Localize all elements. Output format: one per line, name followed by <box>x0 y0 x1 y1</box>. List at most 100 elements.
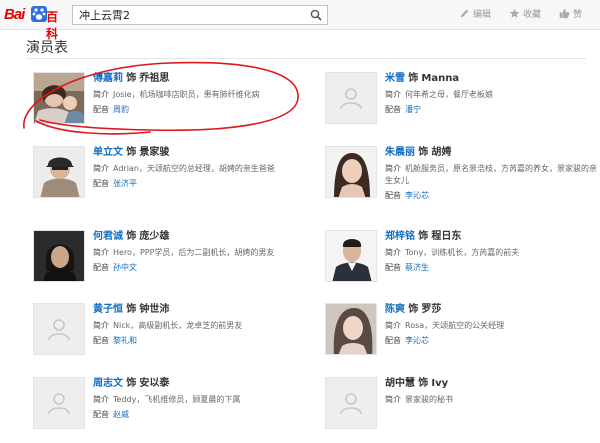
header-actions: 编辑 收藏 赞 <box>441 7 582 20</box>
actor-name-link[interactable]: 傅嘉莉 <box>93 73 123 84</box>
section-title: 演员表 <box>26 40 68 56</box>
favorite-button[interactable]: 收藏 <box>509 7 541 20</box>
thumbs-up-icon <box>559 8 570 19</box>
intro-text: Hero，PPP学员，后为二副机长，胡娉的男友 <box>113 248 275 257</box>
plays-label: 饰 <box>418 231 429 242</box>
role-name: 钟世沛 <box>139 304 170 315</box>
plays-label: 饰 <box>408 73 419 84</box>
actor-photo[interactable] <box>325 230 377 282</box>
plays-label: 饰 <box>418 147 429 158</box>
search-icon <box>310 9 322 21</box>
intro-label: 简介 <box>93 248 109 257</box>
actor-photo-placeholder[interactable] <box>325 72 377 124</box>
actor-photo-placeholder[interactable] <box>33 377 85 429</box>
plays-label: 饰 <box>126 147 137 158</box>
like-label: 赞 <box>572 10 582 20</box>
man-suit-photo <box>326 231 376 281</box>
cast-card: 黄子恒 饰 钟世沛 简介 Nick，高级副机长，龙卓芝的前男友 配音 黎礼和 <box>33 303 303 359</box>
actor-name: 胡中慧 <box>385 378 415 389</box>
cast-card: 单立文 饰 景家骏 简介 Adrian，天颂航空的总经理，胡娉的亲生爸爸 配音 张济… <box>33 146 303 202</box>
user-placeholder-icon <box>340 88 362 110</box>
like-button[interactable]: 赞 <box>559 7 582 20</box>
intro-label: 简介 <box>93 164 109 173</box>
user-placeholder-icon <box>340 393 362 415</box>
plays-label: 饰 <box>418 378 429 389</box>
woman-with-child-photo <box>34 73 84 123</box>
intro-label: 简介 <box>93 321 109 330</box>
voice-actor-link[interactable]: 张济平 <box>113 179 137 188</box>
user-placeholder-icon <box>48 319 70 341</box>
intro-label: 简介 <box>385 90 401 99</box>
intro-text: 机舱服务员，原名景浩枝，方芮嘉的养女，景家骏的亲生女儿 <box>385 164 597 185</box>
voice-actor-link[interactable]: 黎礼和 <box>113 336 137 345</box>
woman-smiling-photo <box>326 147 376 197</box>
dub-label: 配音 <box>93 105 109 114</box>
intro-text: 景家骏的秘书 <box>405 395 453 404</box>
role-name: 程日东 <box>431 231 462 242</box>
intro-label: 简介 <box>385 321 401 330</box>
woman-long-hair-photo <box>326 304 376 354</box>
voice-actor-link[interactable]: 赵威 <box>113 410 129 419</box>
role-name: Ivy <box>431 378 449 389</box>
intro-label: 简介 <box>93 395 109 404</box>
actor-photo[interactable] <box>33 72 85 124</box>
role-name: 胡娉 <box>431 147 452 158</box>
search-box <box>72 5 328 25</box>
logo-text: Bai <box>4 6 25 23</box>
actor-name-link[interactable]: 朱晨丽 <box>385 147 415 158</box>
actor-photo[interactable] <box>33 146 85 198</box>
dub-label: 配音 <box>93 336 109 345</box>
user-placeholder-icon <box>48 393 70 415</box>
intro-text: Teddy，飞机维修员，顾夏晨的下属 <box>113 395 241 404</box>
intro-text: Nick，高级副机长，龙卓芝的前男友 <box>113 321 243 330</box>
intro-text: Josie，机场咖啡店职员，患有肺纤维化病 <box>113 90 260 99</box>
role-name: 庞少雄 <box>139 231 170 242</box>
plays-label: 饰 <box>126 378 137 389</box>
intro-label: 简介 <box>385 248 401 257</box>
edit-label: 编辑 <box>472 10 491 20</box>
intro-text: 何年希之母，餐厅老板娘 <box>405 90 493 99</box>
intro-text: Adrian，天颂航空的总经理，胡娉的亲生爸爸 <box>113 164 275 173</box>
actor-name-link[interactable]: 单立文 <box>93 147 123 158</box>
actor-name-link[interactable]: 何君诚 <box>93 231 123 242</box>
actor-photo[interactable] <box>33 230 85 282</box>
dub-label: 配音 <box>93 179 109 188</box>
actor-name-link[interactable]: 郑梓铭 <box>385 231 415 242</box>
plays-label: 饰 <box>126 304 137 315</box>
actor-photo[interactable] <box>325 146 377 198</box>
intro-label: 简介 <box>385 395 401 404</box>
search-input[interactable] <box>73 6 305 24</box>
plays-label: 饰 <box>126 231 137 242</box>
search-button[interactable] <box>305 6 327 24</box>
intro-text: Rosa，天颂航空的公关经理 <box>405 321 505 330</box>
voice-actor-link[interactable]: 潘宁 <box>405 105 421 114</box>
actor-photo[interactable] <box>325 303 377 355</box>
cast-card: 米雪 饰 Manna 简介 何年希之母，餐厅老板娘 配音 潘宁 <box>325 72 595 128</box>
edit-button[interactable]: 编辑 <box>459 7 491 20</box>
actor-name-link[interactable]: 周志文 <box>93 378 123 389</box>
baidu-baike-logo[interactable]: Bai 百科 <box>4 5 66 41</box>
cast-card: 陈爽 饰 罗莎 简介 Rosa，天颂航空的公关经理 配音 李沁芯 <box>325 303 595 359</box>
actor-photo-placeholder[interactable] <box>33 303 85 355</box>
dub-label: 配音 <box>93 410 109 419</box>
voice-actor-link[interactable]: 蔡济生 <box>405 263 429 272</box>
star-icon <box>509 8 520 18</box>
actor-photo-placeholder[interactable] <box>325 377 377 429</box>
actor-name-link[interactable]: 陈爽 <box>385 304 405 315</box>
voice-actor-link[interactable]: 周豹 <box>113 105 129 114</box>
man-cap-photo <box>34 147 84 197</box>
cast-card: 朱晨丽 饰 胡娉 简介 机舱服务员，原名景浩枝，方芮嘉的养女，景家骏的亲生女儿 配… <box>325 146 597 202</box>
cast-card: 郑梓铭 饰 程日东 简介 Tony，训练机长，方芮嘉的前夫 配音 蔡济生 <box>325 230 595 286</box>
cast-card: 何君诚 饰 庞少雄 简介 Hero，PPP学员，后为二副机长，胡娉的男友 配音 孙中… <box>33 230 303 286</box>
cast-card: 胡中慧 饰 Ivy 简介 景家骏的秘书 <box>325 377 595 433</box>
cast-card: 傅嘉莉 饰 乔祖思 简介 Josie，机场咖啡店职员，患有肺纤维化病 配音 周豹 <box>33 72 303 128</box>
favorite-label: 收藏 <box>522 10 541 20</box>
actor-name-link[interactable]: 米雪 <box>385 73 405 84</box>
voice-actor-link[interactable]: 孙中文 <box>113 263 137 272</box>
role-name: 乔祖思 <box>139 73 170 84</box>
role-name: Manna <box>421 73 460 84</box>
role-name: 景家骏 <box>139 147 170 158</box>
actor-name-link[interactable]: 黄子恒 <box>93 304 123 315</box>
voice-actor-link[interactable]: 李沁芯 <box>405 191 429 200</box>
voice-actor-link[interactable]: 李沁芯 <box>405 336 429 345</box>
